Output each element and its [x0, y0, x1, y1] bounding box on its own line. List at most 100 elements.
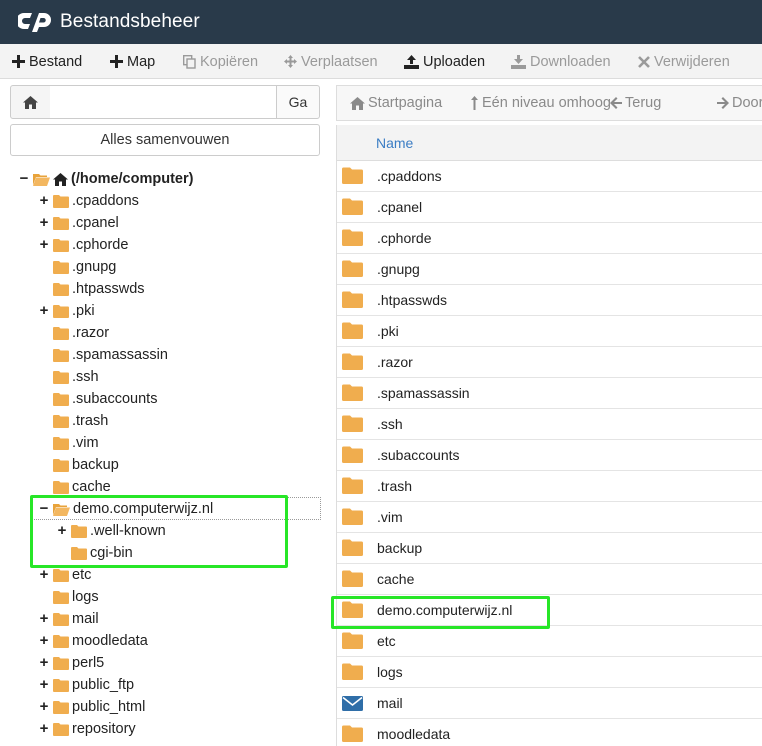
collapse-toggle-icon[interactable]: −: [38, 501, 50, 516]
tree-item[interactable]: + perl5: [38, 652, 105, 674]
go-button[interactable]: Ga: [276, 85, 320, 119]
tree-item[interactable]: + moodledata: [38, 630, 148, 652]
file-name[interactable]: .cpanel: [377, 199, 422, 215]
folder-icon: [342, 353, 363, 370]
file-row[interactable]: .cpanel: [337, 192, 762, 223]
tree-item[interactable]: .subaccounts: [38, 388, 157, 410]
tree-item[interactable]: backup: [38, 454, 119, 476]
tree-item[interactable]: + public_html: [38, 696, 146, 718]
file-row[interactable]: .razor: [337, 347, 762, 378]
collapse-toggle-icon[interactable]: −: [18, 171, 30, 186]
tree-item[interactable]: + mail: [38, 608, 99, 630]
file-row[interactable]: mail: [337, 688, 762, 719]
expand-toggle-icon[interactable]: +: [38, 677, 50, 692]
expand-toggle-icon[interactable]: +: [38, 567, 50, 582]
download-button[interactable]: Downloaden: [511, 44, 611, 78]
file-name[interactable]: .ssh: [377, 416, 403, 432]
back-button[interactable]: Terug: [610, 86, 661, 120]
tree-item[interactable]: − demo.computerwijz.nl: [38, 498, 214, 520]
file-name[interactable]: .cpaddons: [377, 168, 442, 184]
expand-toggle-icon[interactable]: +: [56, 523, 68, 538]
file-name[interactable]: demo.computerwijz.nl: [377, 602, 512, 618]
file-name[interactable]: etc: [377, 633, 396, 649]
tree-item[interactable]: .ssh: [38, 366, 99, 388]
expand-toggle-icon[interactable]: +: [38, 215, 50, 230]
file-name[interactable]: .pki: [377, 323, 399, 339]
tree-item[interactable]: cgi-bin: [56, 542, 133, 564]
file-name[interactable]: mail: [377, 695, 403, 711]
file-name[interactable]: backup: [377, 540, 422, 556]
tree-item[interactable]: + public_ftp: [38, 674, 134, 696]
file-row[interactable]: .trash: [337, 471, 762, 502]
file-name[interactable]: logs: [377, 664, 403, 680]
file-row[interactable]: .subaccounts: [337, 440, 762, 471]
copy-button[interactable]: Kopiëren: [183, 44, 258, 78]
expand-toggle-icon[interactable]: +: [38, 699, 50, 714]
new-folder-button[interactable]: Map: [110, 44, 155, 78]
tree-item[interactable]: .gnupg: [38, 256, 116, 278]
file-name[interactable]: .subaccounts: [377, 447, 460, 463]
tree-item[interactable]: + repository: [38, 718, 136, 740]
file-row[interactable]: .cpaddons: [337, 161, 762, 192]
file-row[interactable]: .vim: [337, 502, 762, 533]
file-name[interactable]: .gnupg: [377, 261, 420, 277]
expand-toggle-icon[interactable]: +: [38, 633, 50, 648]
arrow-right-icon: [717, 97, 729, 109]
file-row[interactable]: cache: [337, 564, 762, 595]
folder-icon: [71, 524, 87, 538]
expand-toggle-icon[interactable]: +: [38, 193, 50, 208]
file-name[interactable]: .vim: [377, 509, 403, 525]
file-row[interactable]: etc: [337, 626, 762, 657]
forward-button[interactable]: Door: [717, 86, 762, 120]
home-button[interactable]: [10, 85, 51, 119]
file-row[interactable]: logs: [337, 657, 762, 688]
tree-item[interactable]: logs: [38, 586, 99, 608]
tree-item[interactable]: + .cphorde: [38, 234, 129, 256]
tree-root[interactable]: − (/home/computer): [18, 168, 194, 190]
file-row[interactable]: backup: [337, 533, 762, 564]
file-row[interactable]: .ssh: [337, 409, 762, 440]
tree-item[interactable]: + .well-known: [56, 520, 166, 542]
file-name[interactable]: .spamassassin: [377, 385, 470, 401]
expand-toggle-icon[interactable]: +: [38, 237, 50, 252]
expand-toggle-icon[interactable]: +: [38, 655, 50, 670]
tree-item[interactable]: + .cpanel: [38, 212, 119, 234]
file-name[interactable]: .razor: [377, 354, 413, 370]
upload-button[interactable]: Uploaden: [404, 44, 485, 78]
file-name[interactable]: .htpasswds: [377, 292, 447, 308]
expand-toggle-icon[interactable]: +: [38, 721, 50, 736]
tree-item[interactable]: + .pki: [38, 300, 95, 322]
tree-item[interactable]: .razor: [38, 322, 109, 344]
file-row[interactable]: .cphorde: [337, 223, 762, 254]
file-row[interactable]: demo.computerwijz.nl: [337, 595, 762, 626]
up-one-level-button[interactable]: Eén niveau omhoog: [470, 86, 611, 120]
move-button[interactable]: Verplaatsen: [284, 44, 378, 78]
tree-item[interactable]: .trash: [38, 410, 108, 432]
navigation-bar: Startpagina Eén niveau omhoog Terug Door: [336, 85, 762, 121]
tree-item[interactable]: .htpasswds: [38, 278, 145, 300]
file-row[interactable]: .pki: [337, 316, 762, 347]
file-name[interactable]: moodledata: [377, 726, 450, 742]
tree-item[interactable]: cache: [38, 476, 111, 498]
folder-icon: [342, 539, 363, 561]
expand-toggle-icon[interactable]: +: [38, 611, 50, 626]
expand-toggle-icon[interactable]: +: [38, 303, 50, 318]
new-file-button[interactable]: Bestand: [12, 44, 82, 78]
file-name[interactable]: cache: [377, 571, 414, 587]
tree-item-label: .ssh: [72, 369, 99, 385]
file-row[interactable]: .htpasswds: [337, 285, 762, 316]
tree-item[interactable]: .vim: [38, 432, 99, 454]
file-name[interactable]: .cphorde: [377, 230, 431, 246]
file-row[interactable]: .spamassassin: [337, 378, 762, 409]
file-name[interactable]: .trash: [377, 478, 412, 494]
collapse-all-button[interactable]: Alles samenvouwen: [10, 124, 320, 156]
name-column-header[interactable]: Name: [376, 135, 413, 151]
file-row[interactable]: moodledata: [337, 719, 762, 746]
file-row[interactable]: .gnupg: [337, 254, 762, 285]
home-nav-button[interactable]: Startpagina: [350, 86, 442, 120]
tree-item[interactable]: + etc: [38, 564, 92, 586]
delete-button[interactable]: Verwijderen: [638, 44, 730, 78]
tree-item[interactable]: .spamassassin: [38, 344, 168, 366]
tree-item[interactable]: + .cpaddons: [38, 190, 139, 212]
path-input[interactable]: [50, 85, 277, 119]
